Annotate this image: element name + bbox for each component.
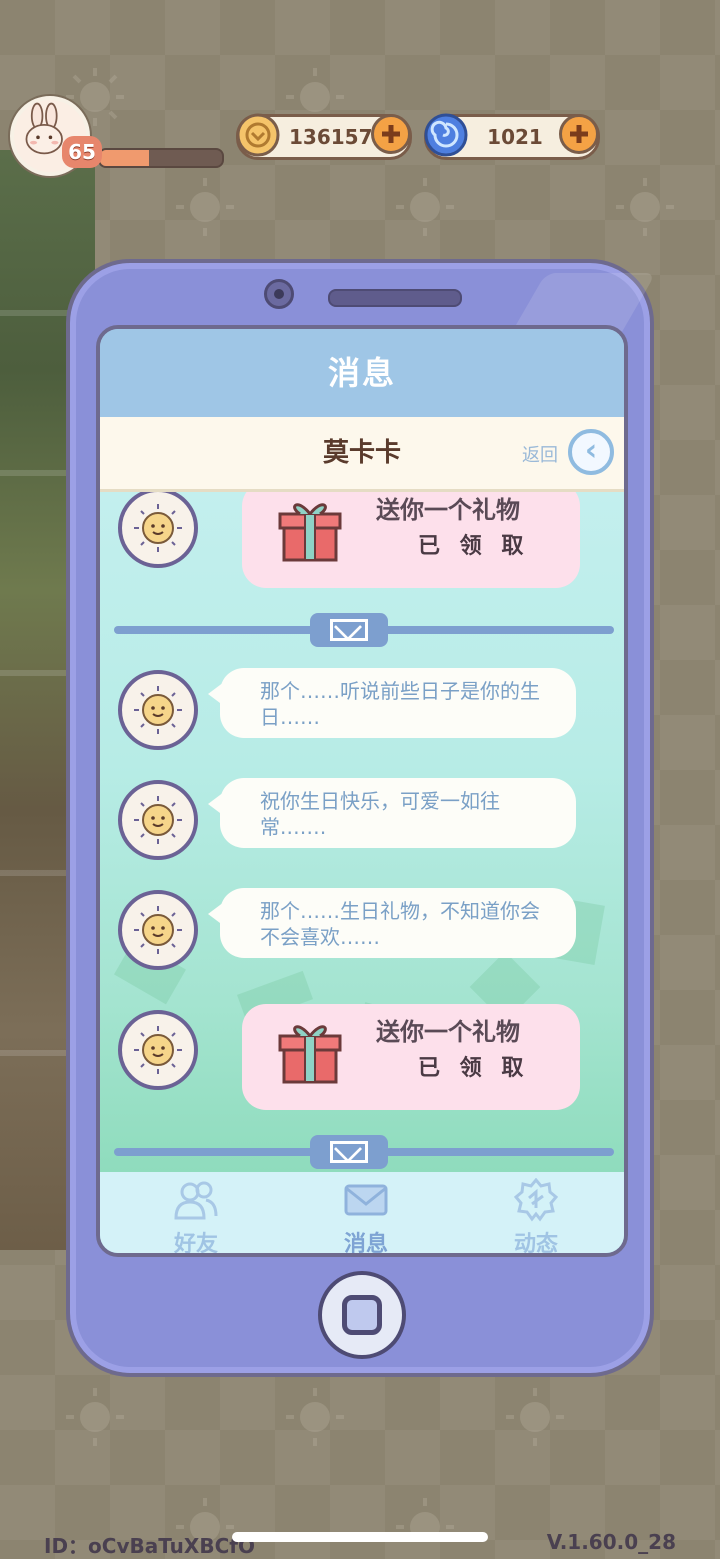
sun-face-icon xyxy=(134,1026,182,1074)
sender-avatar xyxy=(118,780,198,860)
sun-pattern-icon xyxy=(396,1498,454,1542)
sun-face-icon xyxy=(134,796,182,844)
gift-box-icon xyxy=(278,1025,342,1084)
home-indicator[interactable] xyxy=(232,1532,488,1542)
friends-icon xyxy=(174,1181,218,1220)
text-message: 那个……听说前些日子是你的生日…… xyxy=(208,668,576,738)
tab-label: 好友 xyxy=(173,1232,218,1257)
coin-icon xyxy=(236,113,280,157)
sun-face-icon xyxy=(134,906,182,954)
sun-pattern-icon xyxy=(396,178,454,236)
sun-pattern-icon xyxy=(506,1388,564,1446)
sun-pattern-icon xyxy=(176,178,234,236)
back-label[interactable]: 返回 xyxy=(522,441,558,467)
text-message: 祝你生日快乐，可爱一如往常.…… xyxy=(208,778,576,848)
xp-bar xyxy=(98,148,224,168)
phone-home-button[interactable] xyxy=(318,1271,406,1359)
phone-camera xyxy=(264,279,294,309)
coin-amount: 136157 xyxy=(289,125,373,149)
sender-avatar xyxy=(118,890,198,970)
swirl-gem-icon xyxy=(424,113,468,157)
phone-frame: 消息 莫卡卡 返回 ‹ 送你一个礼物 已 领 取 那个……听说前些日子是你的生日… xyxy=(66,259,656,1377)
gift-title: 送你一个礼物 xyxy=(376,1018,520,1046)
coin-counter: 136157 xyxy=(236,113,412,160)
sun-pattern-icon xyxy=(616,178,674,236)
envelope-icon xyxy=(310,613,388,647)
add-coins-button[interactable] xyxy=(371,114,411,154)
gem-counter: 1021 xyxy=(424,113,600,160)
sun-face-icon xyxy=(134,504,182,552)
sun-face-icon xyxy=(134,686,182,734)
sender-avatar xyxy=(118,670,198,750)
phone-screen: 消息 莫卡卡 返回 ‹ 送你一个礼物 已 领 取 那个……听说前些日子是你的生日… xyxy=(96,325,628,1257)
phone-speaker xyxy=(328,289,462,307)
gift-message[interactable]: 送你一个礼物 已 领 取 xyxy=(242,492,580,588)
screen-title: 消息 xyxy=(100,329,624,417)
gem-amount: 1021 xyxy=(487,125,543,149)
gift-status: 已 领 取 xyxy=(418,534,530,559)
player-id: ID：oCvBaTuXBCfO xyxy=(44,1534,255,1558)
add-gems-button[interactable] xyxy=(559,114,599,154)
tab-label: 消息 xyxy=(343,1232,388,1257)
chat-history[interactable]: 送你一个礼物 已 领 取 那个……听说前些日子是你的生日…… 祝你生日快乐，可爱… xyxy=(100,492,624,1172)
chevron-left-icon: ‹ xyxy=(584,433,598,468)
gift-message[interactable]: 送你一个礼物 已 领 取 xyxy=(242,1004,580,1110)
sender-avatar xyxy=(118,1010,198,1090)
level-badge: 65 xyxy=(62,136,102,168)
version-label: V.1.60.0_28 xyxy=(546,1530,676,1554)
envelope-icon xyxy=(310,1135,388,1169)
sender-avatar xyxy=(118,492,198,568)
gift-status: 已 领 取 xyxy=(418,1056,530,1081)
text-message: 那个……生日礼物，不知道你会不会喜欢…… xyxy=(208,888,576,958)
gift-title: 送你一个礼物 xyxy=(376,496,520,524)
back-button[interactable]: ‹ xyxy=(568,429,614,475)
xp-bar-fill xyxy=(100,150,149,166)
tab-label: 动态 xyxy=(513,1232,558,1257)
tab-messages[interactable]: 消息 xyxy=(306,1172,426,1257)
sun-pattern-icon xyxy=(66,1388,124,1446)
mail-icon xyxy=(344,1184,388,1216)
sun-pattern-icon xyxy=(286,1388,344,1446)
gift-box-icon xyxy=(278,503,342,562)
tab-friends[interactable]: 好友 xyxy=(136,1172,256,1257)
conversation-header: 莫卡卡 返回 ‹ xyxy=(100,417,624,492)
bottom-tab-bar: 好友 消息 动态 xyxy=(100,1172,624,1257)
tab-feed[interactable]: 动态 xyxy=(476,1172,596,1257)
feed-icon xyxy=(514,1178,558,1222)
